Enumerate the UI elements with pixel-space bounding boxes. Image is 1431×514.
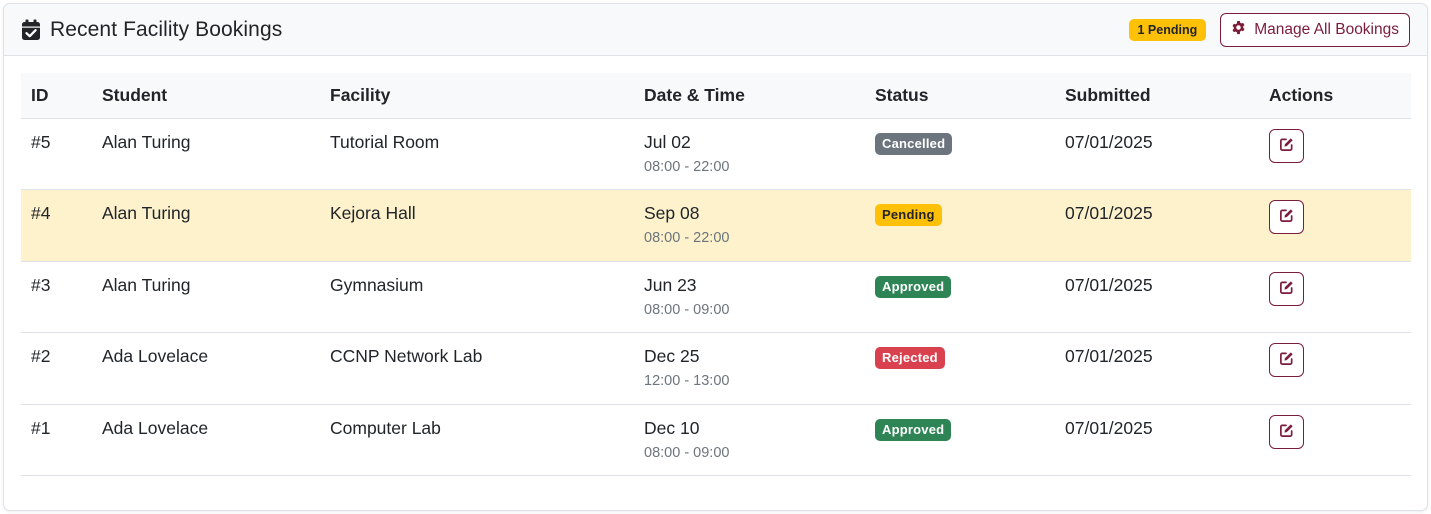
booking-date: Dec 25 <box>644 346 700 366</box>
booking-date: Sep 08 <box>644 203 700 223</box>
facility-name: Tutorial Room <box>330 131 440 152</box>
table-row: #3 Alan Turing Gymnasium Jun 23 08:00 - … <box>21 261 1411 333</box>
submitted-date: 07/01/2025 <box>1065 417 1153 438</box>
edit-icon <box>1279 423 1294 441</box>
edit-icon <box>1279 137 1294 155</box>
column-header-date-time: Date & Time <box>634 73 865 119</box>
header-actions: 1 Pending Manage All Bookings <box>1128 4 1410 56</box>
booking-id: #4 <box>31 203 51 223</box>
status-badge: Approved <box>875 418 952 441</box>
student-name: Alan Turing <box>102 203 191 223</box>
booking-time: 12:00 - 13:00 <box>644 373 730 389</box>
submitted-date: 07/01/2025 <box>1065 346 1153 366</box>
column-header-submitted: Submitted <box>1055 73 1259 119</box>
booking-id: #3 <box>31 274 51 295</box>
edit-booking-button[interactable] <box>1269 343 1304 377</box>
submitted-date: 07/01/2025 <box>1065 131 1153 152</box>
facility-name: Computer Lab <box>330 417 441 438</box>
booking-id: #1 <box>31 417 51 438</box>
manage-all-bookings-button[interactable]: Manage All Bookings <box>1220 13 1410 47</box>
booking-date: Jun 23 <box>644 274 697 295</box>
calendar-check-icon <box>21 19 41 41</box>
student-name: Alan Turing <box>102 274 191 295</box>
booking-date: Dec 10 <box>644 417 700 438</box>
column-header-id: ID <box>21 73 92 119</box>
edit-booking-button[interactable] <box>1269 271 1304 306</box>
edit-icon <box>1279 208 1294 226</box>
student-name: Ada Lovelace <box>102 346 209 366</box>
facility-name: Gymnasium <box>330 274 424 295</box>
student-name: Alan Turing <box>102 131 191 152</box>
facility-name: CCNP Network Lab <box>330 346 483 366</box>
table-row: #2 Ada Lovelace CCNP Network Lab Dec 25 … <box>21 332 1411 405</box>
card-header: Recent Facility Bookings 1 Pending Manag… <box>4 4 1427 56</box>
column-header-status: Status <box>865 73 1055 119</box>
column-header-actions: Actions <box>1259 73 1411 119</box>
table-row: #1 Ada Lovelace Computer Lab Dec 10 08:0… <box>21 404 1411 476</box>
booking-time: 08:00 - 22:00 <box>644 230 730 246</box>
table-row: #5 Alan Turing Tutorial Room Jul 02 08:0… <box>21 118 1411 190</box>
gear-icon <box>1231 20 1246 40</box>
edit-icon <box>1279 280 1294 298</box>
card-title: Recent Facility Bookings <box>50 17 283 41</box>
manage-all-bookings-label: Manage All Bookings <box>1254 21 1399 38</box>
booking-time: 08:00 - 22:00 <box>644 158 730 175</box>
bookings-card: Recent Facility Bookings 1 Pending Manag… <box>3 3 1428 511</box>
edit-booking-button[interactable] <box>1269 414 1304 449</box>
edit-booking-button[interactable] <box>1269 128 1304 163</box>
student-name: Ada Lovelace <box>102 417 209 438</box>
booking-date: Jul 02 <box>644 131 691 152</box>
facility-name: Kejora Hall <box>330 203 416 223</box>
booking-time: 08:00 - 09:00 <box>644 301 730 318</box>
table-row: #4 Alan Turing Kejora Hall Sep 08 08:00 … <box>21 189 1411 262</box>
bookings-table: ID Student Facility Date & Time Status S… <box>21 73 1411 476</box>
table-header-row: ID Student Facility Date & Time Status S… <box>21 73 1411 119</box>
title-wrap: Recent Facility Bookings <box>21 18 282 42</box>
booking-time: 08:00 - 09:00 <box>644 444 730 461</box>
pending-count-badge: 1 Pending <box>1128 19 1207 41</box>
status-badge: Rejected <box>875 347 945 369</box>
bookings-table-wrap: ID Student Facility Date & Time Status S… <box>21 73 1411 476</box>
submitted-date: 07/01/2025 <box>1065 274 1153 295</box>
status-badge: Cancelled <box>875 132 953 155</box>
column-header-student: Student <box>92 73 320 119</box>
bookings-table-body: #5 Alan Turing Tutorial Room Jul 02 08:0… <box>21 118 1411 476</box>
booking-id: #5 <box>31 131 51 152</box>
edit-icon <box>1279 351 1294 369</box>
status-badge: Approved <box>875 275 952 298</box>
status-badge: Pending <box>875 204 942 226</box>
edit-booking-button[interactable] <box>1269 200 1304 234</box>
booking-id: #2 <box>31 346 51 366</box>
column-header-facility: Facility <box>320 73 634 119</box>
submitted-date: 07/01/2025 <box>1065 203 1153 223</box>
